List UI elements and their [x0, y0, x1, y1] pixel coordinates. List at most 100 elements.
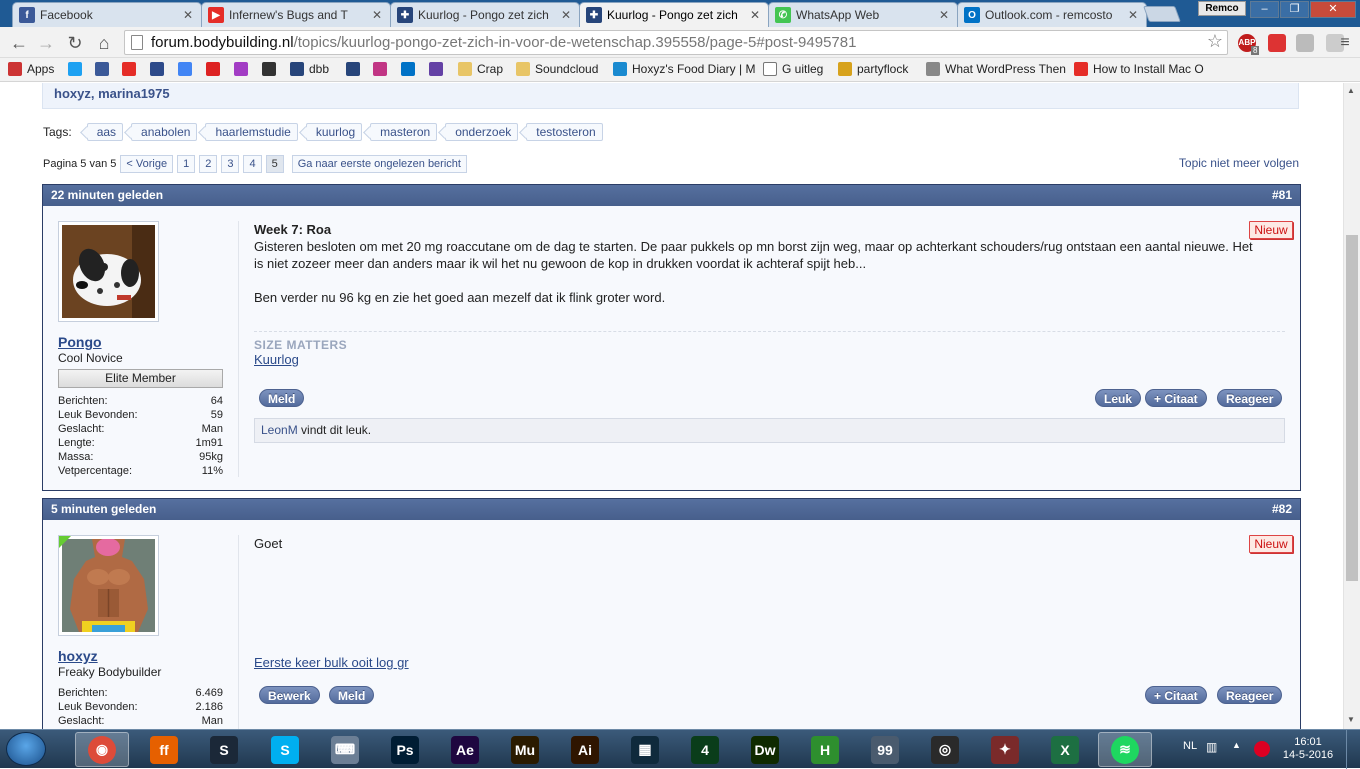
signature-link[interactable]: Kuurlog	[254, 352, 299, 367]
taskbar-app[interactable]: S	[258, 732, 312, 767]
reply-button[interactable]: Reageer	[1217, 389, 1283, 407]
taskbar-app[interactable]: Mu	[498, 732, 552, 767]
taskbar-app[interactable]: H	[798, 732, 852, 767]
page-number-button[interactable]: 4	[243, 155, 262, 173]
bookmark[interactable]: partyflock	[838, 62, 908, 76]
tag[interactable]: masteron	[370, 123, 438, 141]
back-icon[interactable]: ←	[8, 32, 30, 54]
taskbar-app[interactable]: ▦	[618, 732, 672, 767]
tab[interactable]: ✆ WhatsApp Web ✕	[768, 2, 958, 27]
post-time[interactable]: 22 minuten geleden	[51, 185, 163, 206]
close-tab-icon[interactable]: ✕	[1126, 8, 1140, 22]
reload-icon[interactable]: ↻	[64, 32, 86, 54]
quote-button[interactable]: + Citaat	[1145, 686, 1207, 704]
bookmark[interactable]	[262, 62, 281, 76]
report-button[interactable]: Meld	[329, 686, 375, 704]
bookmark[interactable]	[150, 62, 169, 76]
youtube-ext-icon[interactable]	[1268, 34, 1286, 52]
taskbar-app[interactable]: ◎	[918, 732, 972, 767]
tag[interactable]: anabolen	[131, 123, 198, 141]
report-button[interactable]: Meld	[259, 389, 305, 407]
taskbar-app[interactable]: ff	[137, 732, 191, 767]
avatar[interactable]	[58, 535, 159, 636]
quote-button[interactable]: + Citaat	[1145, 389, 1207, 407]
new-tab-button[interactable]	[1143, 6, 1181, 22]
avatar[interactable]	[58, 221, 159, 322]
bookmark[interactable]	[429, 62, 448, 76]
start-button[interactable]	[6, 732, 46, 766]
tab[interactable]: ✚ Kuurlog - Pongo zet zich ✕	[390, 2, 580, 27]
taskbar-app[interactable]: Dw	[738, 732, 792, 767]
taskbar-app[interactable]: ◉	[75, 732, 129, 767]
bookmark[interactable]	[122, 62, 141, 76]
tray-expand-icon[interactable]: ▲	[1232, 740, 1241, 750]
bookmark[interactable]	[234, 62, 253, 76]
close-tab-icon[interactable]: ✕	[181, 8, 195, 22]
unfollow-link[interactable]: Topic niet meer volgen	[1179, 156, 1299, 170]
bookmark[interactable]: What WordPress Then	[926, 62, 1066, 76]
tag[interactable]: onderzoek	[445, 123, 519, 141]
taskbar-app[interactable]: ≋	[1098, 732, 1152, 767]
tab[interactable]: O Outlook.com - remcosto ✕	[957, 2, 1147, 27]
username-link[interactable]: Pongo	[58, 334, 223, 350]
bookmark[interactable]: G uitleg	[763, 62, 823, 76]
page-number-button[interactable]: 3	[221, 155, 240, 173]
reply-button[interactable]: Reageer	[1217, 686, 1283, 704]
bookmark[interactable]	[95, 62, 114, 76]
taskbar-app[interactable]: X	[1038, 732, 1092, 767]
bookmark[interactable]: dbb	[290, 62, 329, 76]
taskbar-app[interactable]: ✦	[978, 732, 1032, 767]
post-time[interactable]: 5 minuten geleden	[51, 499, 156, 520]
page-number-button[interactable]: 2	[199, 155, 218, 173]
close-tab-icon[interactable]: ✕	[748, 8, 762, 22]
post-number[interactable]: #82	[1272, 499, 1292, 520]
bookmark[interactable]: Crap	[458, 62, 503, 76]
edit-button[interactable]: Bewerk	[259, 686, 320, 704]
goto-unread-button[interactable]: Ga naar eerste ongelezen bericht	[291, 155, 467, 173]
bookmark[interactable]	[68, 62, 87, 76]
taskbar-app[interactable]: 99	[858, 732, 912, 767]
bookmark[interactable]	[373, 62, 392, 76]
bookmark[interactable]	[401, 62, 420, 76]
show-desktop-button[interactable]	[1346, 730, 1360, 769]
bookmark[interactable]	[346, 62, 365, 76]
tray-app-icon[interactable]	[1254, 741, 1270, 757]
close-tab-icon[interactable]: ✕	[937, 8, 951, 22]
scroll-up-icon[interactable]: ▲	[1347, 86, 1355, 95]
forward-icon[interactable]: →	[35, 32, 57, 54]
bookmark[interactable]: How to Install Mac O	[1074, 62, 1204, 76]
profile-button[interactable]: Remco	[1198, 1, 1246, 16]
scrollbar-thumb[interactable]	[1346, 235, 1358, 581]
network-icon[interactable]: ▥	[1206, 740, 1217, 754]
bookmark[interactable]	[206, 62, 225, 76]
username-link[interactable]: hoxyz	[58, 648, 223, 664]
post-number[interactable]: #81	[1272, 185, 1292, 206]
menu-icon[interactable]: ≡	[1334, 32, 1356, 54]
page-number-button[interactable]: 5	[265, 155, 284, 173]
taskbar-app[interactable]: Ai	[558, 732, 612, 767]
close-tab-icon[interactable]: ✕	[370, 8, 384, 22]
taskbar-app[interactable]: ⌨	[318, 732, 372, 767]
like-button[interactable]: Leuk	[1095, 389, 1142, 407]
bookmark[interactable]: Soundcloud	[516, 62, 598, 76]
address-bar[interactable]: forum.bodybuilding.nl/topics/kuurlog-pon…	[124, 30, 1228, 55]
page-number-button[interactable]: 1	[177, 155, 196, 173]
taskbar-app[interactable]: Ae	[438, 732, 492, 767]
tab[interactable]: ✚ Kuurlog - Pongo zet zich ✕	[579, 2, 769, 27]
bookmark[interactable]	[178, 62, 197, 76]
close-tab-icon[interactable]: ✕	[559, 8, 573, 22]
liked-by-link[interactable]: LeonM	[261, 423, 298, 437]
minimize-icon[interactable]: –	[1250, 1, 1279, 18]
clock[interactable]: 16:01 14-5-2016	[1280, 736, 1336, 762]
tag[interactable]: testosteron	[526, 123, 603, 141]
bookmark[interactable]: Apps	[8, 62, 54, 76]
tag[interactable]: aas	[86, 123, 124, 141]
signature-link[interactable]: Eerste keer bulk ooit log gr	[254, 655, 409, 670]
close-icon[interactable]: ✕	[1310, 1, 1356, 18]
tab[interactable]: ▶ Infernew's Bugs and T ✕	[201, 2, 391, 27]
taskbar-app[interactable]: S	[197, 732, 251, 767]
page-scrollbar[interactable]: ▲ ▼	[1343, 83, 1360, 729]
extension-icon[interactable]	[1296, 34, 1314, 52]
prev-page-button[interactable]: < Vorige	[120, 155, 174, 173]
scroll-down-icon[interactable]: ▼	[1347, 715, 1355, 724]
